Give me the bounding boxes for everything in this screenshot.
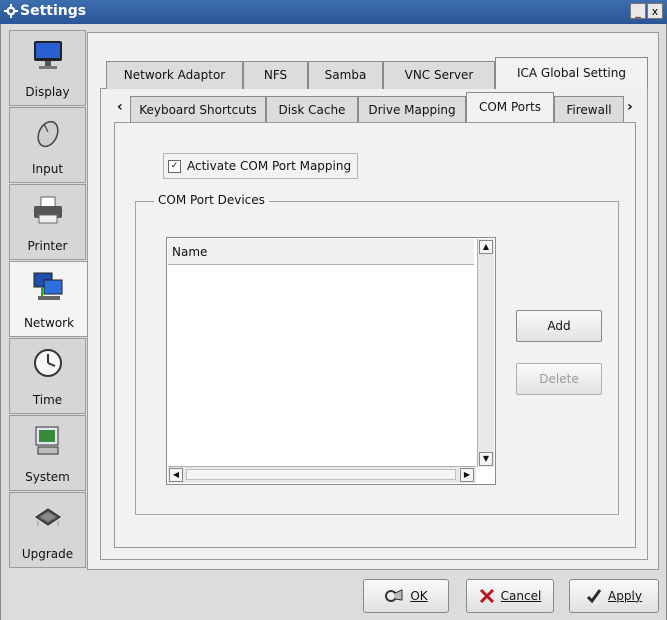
- add-button[interactable]: Add: [516, 310, 602, 342]
- sidebar-item-upgrade[interactable]: Upgrade: [9, 492, 86, 568]
- cancel-label: Cancel: [500, 589, 542, 603]
- apply-check-icon: [586, 589, 602, 604]
- tabs-scroll-left-icon[interactable]: ‹: [117, 99, 123, 115]
- tab-vnc-server[interactable]: VNC Server: [383, 61, 495, 89]
- delete-button[interactable]: Delete: [516, 363, 602, 395]
- sidebar-item-label: Input: [31, 162, 64, 176]
- sidebar-item-network[interactable]: Network: [9, 261, 89, 337]
- checkmark-icon: ✓: [168, 159, 181, 173]
- com-port-devices-group: COM Port Devices Name ▲ ▼ ◀ ▶ Add Delete: [135, 193, 619, 515]
- column-header-name[interactable]: Name: [168, 239, 474, 265]
- system-icon: [35, 426, 59, 455]
- clock-icon: [34, 349, 62, 377]
- tab-drive-mapping[interactable]: Drive Mapping: [358, 96, 466, 123]
- sidebar-item-label: Upgrade: [21, 547, 74, 561]
- chip-icon: [35, 508, 61, 526]
- sidebar: Display Input Printer Network Time Syste…: [9, 30, 89, 572]
- settings-window: Display Input Printer Network Time Syste…: [0, 24, 667, 620]
- sidebar-item-label: Display: [25, 85, 70, 99]
- tab-samba[interactable]: Samba: [308, 61, 383, 89]
- settings-gear-icon: [4, 4, 18, 18]
- sidebar-item-time[interactable]: Time: [9, 338, 86, 414]
- sidebar-item-input[interactable]: Input: [9, 107, 86, 183]
- cancel-button[interactable]: Cancel: [466, 579, 554, 613]
- cancel-x-icon: [479, 588, 494, 604]
- group-label: COM Port Devices: [154, 193, 269, 207]
- sidebar-item-printer[interactable]: Printer: [9, 184, 86, 260]
- tab-ica-global-setting[interactable]: ICA Global Setting: [495, 57, 648, 89]
- scroll-down-button[interactable]: ▼: [479, 452, 493, 466]
- ok-hand-icon: [385, 589, 403, 602]
- apply-label: Apply: [608, 589, 642, 603]
- tabs-scroll-right-icon[interactable]: ›: [627, 99, 633, 115]
- sidebar-item-system[interactable]: System: [9, 415, 86, 491]
- network-icon: [33, 272, 63, 300]
- horizontal-scrollbar[interactable]: ◀ ▶: [168, 466, 476, 483]
- sidebar-item-label: Network: [23, 316, 75, 330]
- scroll-up-button[interactable]: ▲: [479, 240, 493, 254]
- activate-com-port-mapping-checkbox[interactable]: ✓ Activate COM Port Mapping: [163, 153, 359, 179]
- mouse-icon: [37, 120, 59, 148]
- monitor-icon: [34, 41, 62, 69]
- tab-disk-cache[interactable]: Disk Cache: [266, 96, 358, 123]
- apply-button[interactable]: Apply: [569, 579, 659, 613]
- scroll-left-button[interactable]: ◀: [169, 468, 183, 482]
- tab-nfs[interactable]: NFS: [243, 61, 308, 89]
- vertical-scrollbar[interactable]: ▲ ▼: [477, 239, 494, 467]
- tab-network-adaptor[interactable]: Network Adaptor: [106, 61, 243, 89]
- ok-button[interactable]: OK: [363, 579, 449, 613]
- sidebar-item-display[interactable]: Display: [9, 30, 86, 106]
- sidebar-item-label: Printer: [27, 239, 68, 253]
- printer-icon: [34, 196, 62, 224]
- tab-com-ports[interactable]: COM Ports: [466, 92, 554, 123]
- scroll-right-button[interactable]: ▶: [460, 468, 474, 482]
- title-bar: Settings _ x: [0, 0, 667, 24]
- com-ports-content: ✓ Activate COM Port Mapping COM Port Dev…: [114, 122, 636, 548]
- minimize-button[interactable]: _: [630, 3, 646, 19]
- com-port-device-list[interactable]: Name ▲ ▼ ◀ ▶: [166, 237, 496, 485]
- sidebar-item-label: System: [25, 470, 70, 484]
- tab-firewall[interactable]: Firewall: [554, 96, 624, 123]
- ok-label: OK: [410, 589, 428, 603]
- checkbox-label: Activate COM Port Mapping: [187, 159, 352, 173]
- horizontal-scroll-thumb[interactable]: [186, 469, 456, 480]
- close-button[interactable]: x: [647, 3, 663, 19]
- sidebar-item-label: Time: [32, 393, 63, 407]
- settings-panel: Network Adaptor NFS Samba VNC Server ICA…: [87, 32, 659, 570]
- tab-keyboard-shortcuts[interactable]: Keyboard Shortcuts: [130, 96, 266, 123]
- window-title: Settings: [20, 3, 87, 19]
